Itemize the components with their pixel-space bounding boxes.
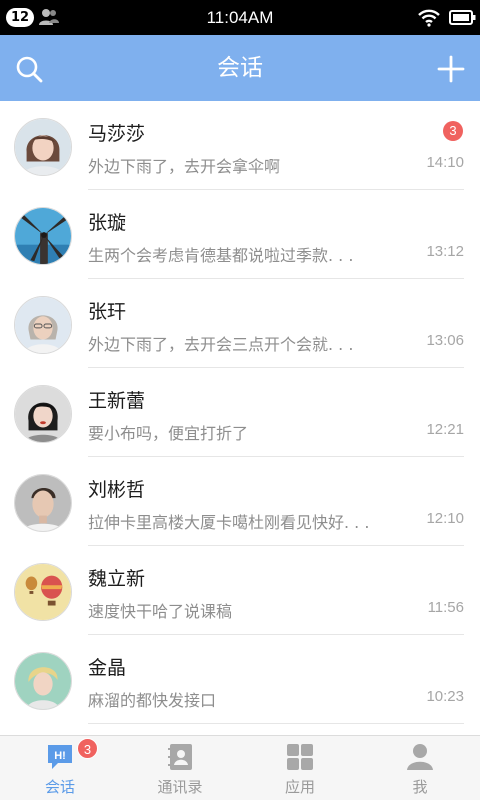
contact-name: 马莎莎 xyxy=(88,123,146,145)
svg-text:H!: H! xyxy=(54,750,66,762)
avatar xyxy=(14,563,72,621)
message-preview: 要小布吗，便宜打折了 xyxy=(88,424,249,443)
battery-icon xyxy=(449,10,476,25)
contact-name: 王新蕾 xyxy=(88,390,146,412)
divider xyxy=(88,723,464,724)
tab-conversations[interactable]: H! 3 会话 xyxy=(0,736,120,800)
title-bar: 会话 xyxy=(0,35,480,101)
message-preview: 外边下雨了，去开会拿伞啊 xyxy=(88,157,281,176)
tab-contacts[interactable]: 通讯录 xyxy=(120,736,240,800)
conversation-row[interactable]: 王新蕾 要小布吗，便宜打折了 12:21 xyxy=(0,368,480,457)
message-preview: 麻溜的都快发接口 xyxy=(88,691,217,710)
contact-name: 金晶 xyxy=(88,657,127,679)
contact-name: 刘彬哲 xyxy=(88,479,146,501)
conversation-row[interactable]: 金晶 麻溜的都快发接口 10:23 xyxy=(0,635,480,724)
person-icon xyxy=(407,744,433,770)
avatar xyxy=(14,652,72,710)
tab-label: 通讯录 xyxy=(157,778,203,796)
apps-grid-icon xyxy=(287,744,313,770)
message-time: 12:21 xyxy=(426,421,464,438)
avatar xyxy=(14,474,72,532)
plus-icon[interactable] xyxy=(436,54,466,84)
tab-label: 会话 xyxy=(44,778,75,796)
message-preview: 生两个会考虑肯德基都说啦过季款. . . xyxy=(88,246,354,265)
avatar xyxy=(14,296,72,354)
bottom-tab-bar: H! 3 会话 通讯录 应用 我 xyxy=(0,735,480,800)
message-preview: 速度快干哈了说课稿 xyxy=(88,602,233,621)
status-bar: 12 11:04AM xyxy=(0,0,480,35)
conversation-row[interactable]: 刘彬哲 拉伸卡里高楼大厦卡噶杜刚看见快好. . . 12:10 xyxy=(0,457,480,546)
avatar xyxy=(14,385,72,443)
conversation-row[interactable]: 张玕 外边下雨了，去开会三点开个会就. . . 13:06 xyxy=(0,279,480,368)
conversation-row[interactable]: 马莎莎 外边下雨了，去开会拿伞啊 14:10 3 xyxy=(0,101,480,190)
message-time: 10:23 xyxy=(426,688,464,705)
wifi-icon xyxy=(418,9,440,27)
chat-hi-icon: H! xyxy=(48,745,72,769)
message-time: 11:56 xyxy=(427,599,464,616)
message-time: 12:10 xyxy=(426,510,464,527)
conversation-row[interactable]: 张璇 生两个会考虑肯德基都说啦过季款. . . 13:12 xyxy=(0,190,480,279)
tab-badge: 3 xyxy=(77,738,98,759)
page-title: 会话 xyxy=(217,55,263,81)
contact-name: 魏立新 xyxy=(88,568,146,590)
tab-label: 我 xyxy=(412,778,428,796)
unread-badge: 3 xyxy=(443,121,463,141)
avatar xyxy=(14,207,72,265)
avatar xyxy=(14,118,72,176)
address-book-icon xyxy=(168,744,192,770)
message-time: 13:12 xyxy=(426,243,464,260)
message-time: 13:06 xyxy=(426,332,464,349)
conversation-list: 马莎莎 外边下雨了，去开会拿伞啊 14:10 3 张璇 生两个会考虑肯德基都说啦… xyxy=(0,101,480,735)
contact-name: 张璇 xyxy=(88,212,127,234)
message-preview: 拉伸卡里高楼大厦卡噶杜刚看见快好. . . xyxy=(88,513,370,532)
contact-name: 张玕 xyxy=(88,301,127,323)
tab-me[interactable]: 我 xyxy=(360,736,480,800)
message-preview: 外边下雨了，去开会三点开个会就. . . xyxy=(88,335,354,354)
conversation-row[interactable]: 魏立新 速度快干哈了说课稿 11:56 xyxy=(0,546,480,635)
status-time: 11:04AM xyxy=(206,8,274,27)
tab-apps[interactable]: 应用 xyxy=(240,736,360,800)
tab-label: 应用 xyxy=(284,778,315,796)
message-time: 14:10 xyxy=(426,154,464,171)
